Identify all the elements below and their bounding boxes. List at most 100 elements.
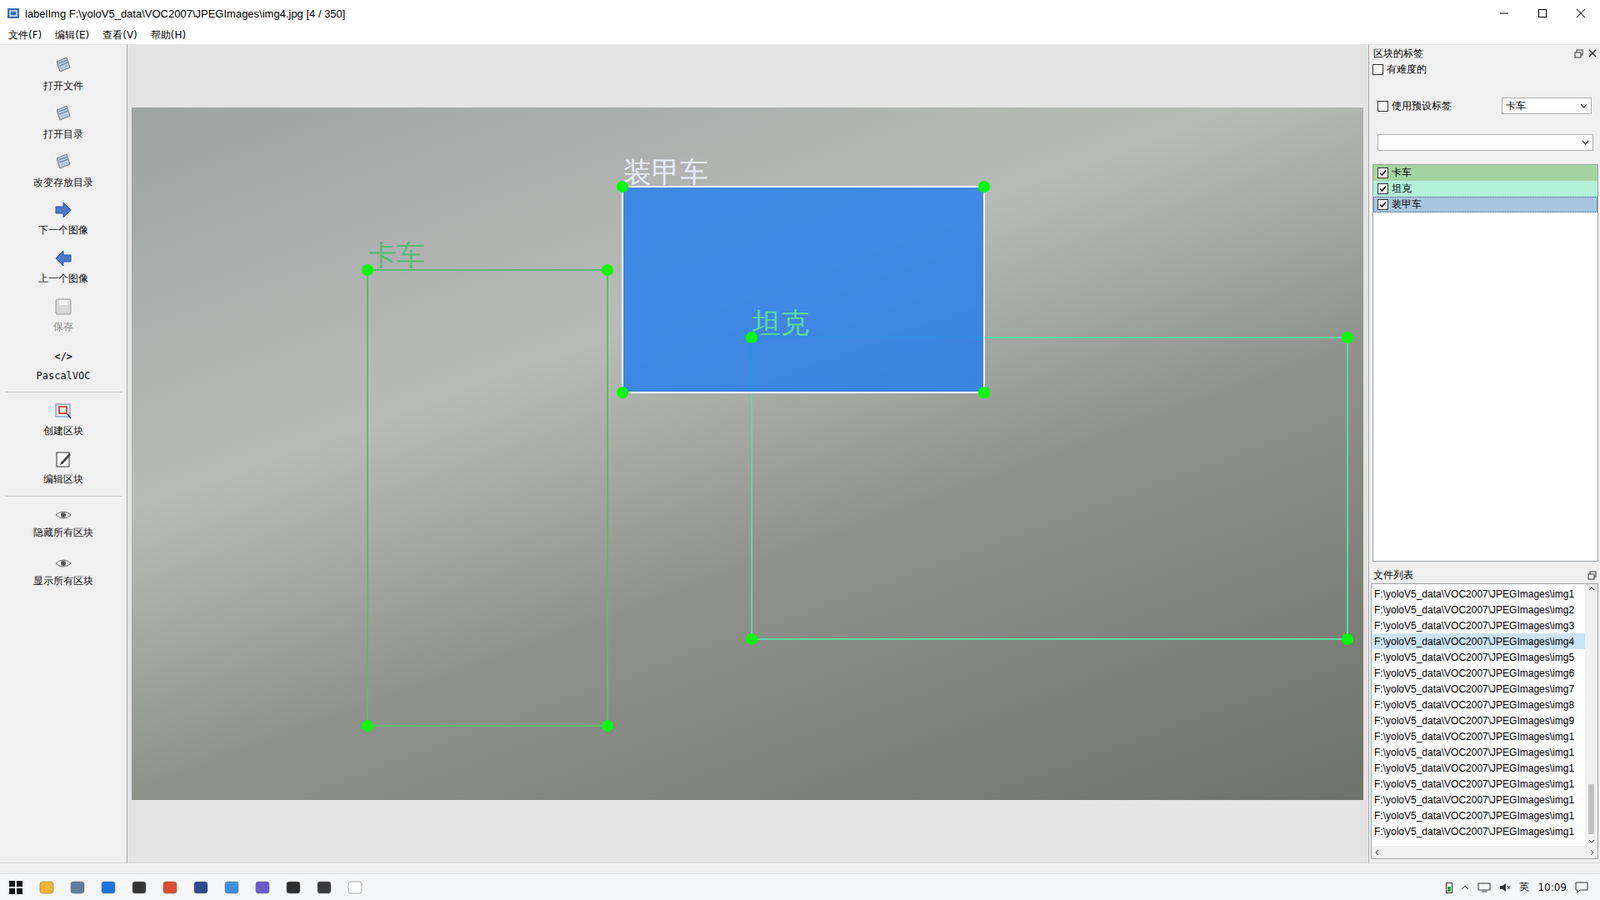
taskbar-app[interactable] <box>246 874 278 900</box>
file-row[interactable]: F:\yoloV5_data\VOC2007\JPEGImages\img3 <box>1371 617 1585 634</box>
vertex-handle[interactable] <box>978 386 990 399</box>
file-row[interactable]: F:\yoloV5_data\VOC2007\JPEGImages\img5 <box>1371 649 1585 665</box>
toolbar-button[interactable]: </>PascalVOC <box>0 340 127 389</box>
scroll-down-icon[interactable] <box>1588 839 1595 844</box>
label-row[interactable]: 坦克 <box>1373 180 1598 197</box>
toolbar-button[interactable]: 创建区块 <box>0 395 127 445</box>
file-row[interactable]: F:\yoloV5_data\VOC2007\JPEGImages\img1 <box>1371 585 1585 602</box>
menu-item[interactable]: 文件(F) <box>1 28 49 43</box>
label-row[interactable]: 卡车 <box>1373 165 1598 181</box>
taskbar-app[interactable] <box>215 874 247 900</box>
minimize-button[interactable] <box>1485 0 1524 27</box>
taskbar-app[interactable] <box>339 874 370 900</box>
maximize-button[interactable] <box>1523 0 1562 27</box>
clock[interactable]: 10:09 <box>1537 881 1567 894</box>
canvas[interactable]: 卡车坦克装甲车 <box>126 45 1370 863</box>
float-dock-icon[interactable] <box>1587 570 1597 580</box>
vertex-handle[interactable] <box>361 720 374 732</box>
volume-icon[interactable] <box>1499 882 1511 893</box>
file-row[interactable]: F:\yoloV5_data\VOC2007\JPEGImages\img7 <box>1371 680 1585 697</box>
eye-icon <box>54 508 73 522</box>
close-button[interactable] <box>1561 0 1600 27</box>
box-label: 坦克 <box>752 307 810 339</box>
toolbar-button[interactable]: 隐藏所有区块 <box>0 500 127 549</box>
horizontal-scrollbar[interactable] <box>1371 845 1598 859</box>
vertex-handle[interactable] <box>978 180 990 193</box>
menu-item[interactable]: 帮助(H) <box>144 28 193 43</box>
file-row[interactable]: F:\yoloV5_data\VOC2007\JPEGImages\img2 <box>1371 601 1585 618</box>
vertex-handle[interactable] <box>601 720 614 732</box>
dock-title: 区块的标签 <box>1373 46 1424 61</box>
label-checkbox[interactable] <box>1377 167 1389 179</box>
label-filter-combo[interactable] <box>1377 134 1594 151</box>
toolbar-button[interactable]: 编辑区块 <box>0 444 127 493</box>
vertical-scrollbar[interactable] <box>1585 584 1598 846</box>
file-row[interactable]: F:\yoloV5_data\VOC2007\JPEGImages\img1 <box>1371 823 1585 840</box>
start-button[interactable] <box>0 874 31 900</box>
app-icon <box>255 880 270 895</box>
default-label-combo[interactable]: 卡车 <box>1501 97 1592 115</box>
file-row[interactable]: F:\yoloV5_data\VOC2007\JPEGImages\img1 <box>1371 775 1585 792</box>
vertex-handle[interactable] <box>1341 331 1354 344</box>
vertex-handle[interactable] <box>616 386 629 399</box>
scroll-left-icon[interactable] <box>1375 849 1380 856</box>
toolbar-button[interactable]: 打开文件 <box>0 50 127 99</box>
status-bar <box>0 862 1600 874</box>
taskbar-app[interactable] <box>277 874 309 900</box>
taskbar-app[interactable] <box>30 874 62 900</box>
file-row[interactable]: F:\yoloV5_data\VOC2007\JPEGImages\img1 <box>1371 791 1585 808</box>
scroll-thumb[interactable] <box>1588 784 1595 835</box>
close-dock-icon[interactable] <box>1588 49 1597 58</box>
taskbar-app[interactable] <box>92 874 124 900</box>
file-row[interactable]: F:\yoloV5_data\VOC2007\JPEGImages\img4 <box>1371 633 1585 650</box>
file-row[interactable]: F:\yoloV5_data\VOC2007\JPEGImages\img1 <box>1371 760 1585 776</box>
taskbar-app[interactable] <box>185 874 216 900</box>
menu-item[interactable]: 查看(V) <box>95 28 145 43</box>
use-default-checkbox[interactable]: 使用预设标签 <box>1374 98 1455 115</box>
bounding-box[interactable]: 卡车 <box>366 269 609 726</box>
menu-item[interactable]: 编辑(E) <box>48 28 96 43</box>
ime-indicator[interactable]: 英 <box>1519 880 1530 895</box>
box-label: 卡车 <box>368 240 425 271</box>
checkbox-label: 使用预设标签 <box>1391 99 1452 114</box>
scroll-right-icon[interactable] <box>1590 849 1595 856</box>
vertex-handle[interactable] <box>1341 633 1354 645</box>
file-row[interactable]: F:\yoloV5_data\VOC2007\JPEGImages\img1 <box>1371 728 1585 745</box>
taskbar-app[interactable] <box>123 874 155 900</box>
toolbar-button[interactable]: 下一个图像 <box>0 195 127 244</box>
network-icon[interactable] <box>1477 882 1491 893</box>
file-rows: F:\yoloV5_data\VOC2007\JPEGImages\img1F:… <box>1371 584 1585 846</box>
checkbox[interactable] <box>1377 100 1389 112</box>
taskbar-app[interactable] <box>308 874 340 900</box>
label-checkbox[interactable] <box>1377 199 1389 210</box>
chevron-up-icon[interactable] <box>1460 885 1470 890</box>
label-checkbox[interactable] <box>1377 183 1389 195</box>
app-icon <box>39 880 55 895</box>
toolbar-label: 保存 <box>53 320 74 335</box>
float-dock-icon[interactable] <box>1574 49 1584 59</box>
notification-icon[interactable] <box>1575 881 1589 894</box>
toolbar-button[interactable]: 保存 <box>0 291 127 340</box>
difficult-checkbox[interactable]: 有难度的 <box>1369 61 1600 78</box>
file-row[interactable]: F:\yoloV5_data\VOC2007\JPEGImages\img6 <box>1371 665 1585 681</box>
toolbar-button[interactable]: 上一个图像 <box>0 243 127 292</box>
bounding-box[interactable]: 装甲车 <box>621 185 985 393</box>
taskbar-app[interactable] <box>61 874 93 900</box>
file-row[interactable]: F:\yoloV5_data\VOC2007\JPEGImages\img8 <box>1371 696 1585 713</box>
toolbar-button[interactable]: 改变存放目录 <box>0 146 127 195</box>
file-row[interactable]: F:\yoloV5_data\VOC2007\JPEGImages\img1 <box>1371 807 1585 824</box>
file-row[interactable]: F:\yoloV5_data\VOC2007\JPEGImages\img9 <box>1371 712 1585 729</box>
toolbar-button[interactable]: 显示所有区块 <box>0 548 127 597</box>
battery-icon[interactable] <box>1445 881 1453 894</box>
toolbar-label: 打开目录 <box>43 127 84 142</box>
labels-dock: 区块的标签有难度的使用预设标签卡车卡车坦克装甲车 <box>1369 45 1600 567</box>
label-row[interactable]: 装甲车 <box>1373 196 1598 213</box>
taskbar-app[interactable] <box>154 874 185 900</box>
toolbar-button[interactable]: 打开目录 <box>0 98 127 147</box>
save-disk-icon <box>54 297 73 316</box>
checkbox[interactable] <box>1372 64 1384 75</box>
scroll-up-icon[interactable] <box>1588 586 1595 591</box>
file-row[interactable]: F:\yoloV5_data\VOC2007\JPEGImages\img1 <box>1371 744 1585 760</box>
label-text: 装甲车 <box>1391 197 1422 212</box>
toolbar-label: 改变存放目录 <box>33 175 94 190</box>
